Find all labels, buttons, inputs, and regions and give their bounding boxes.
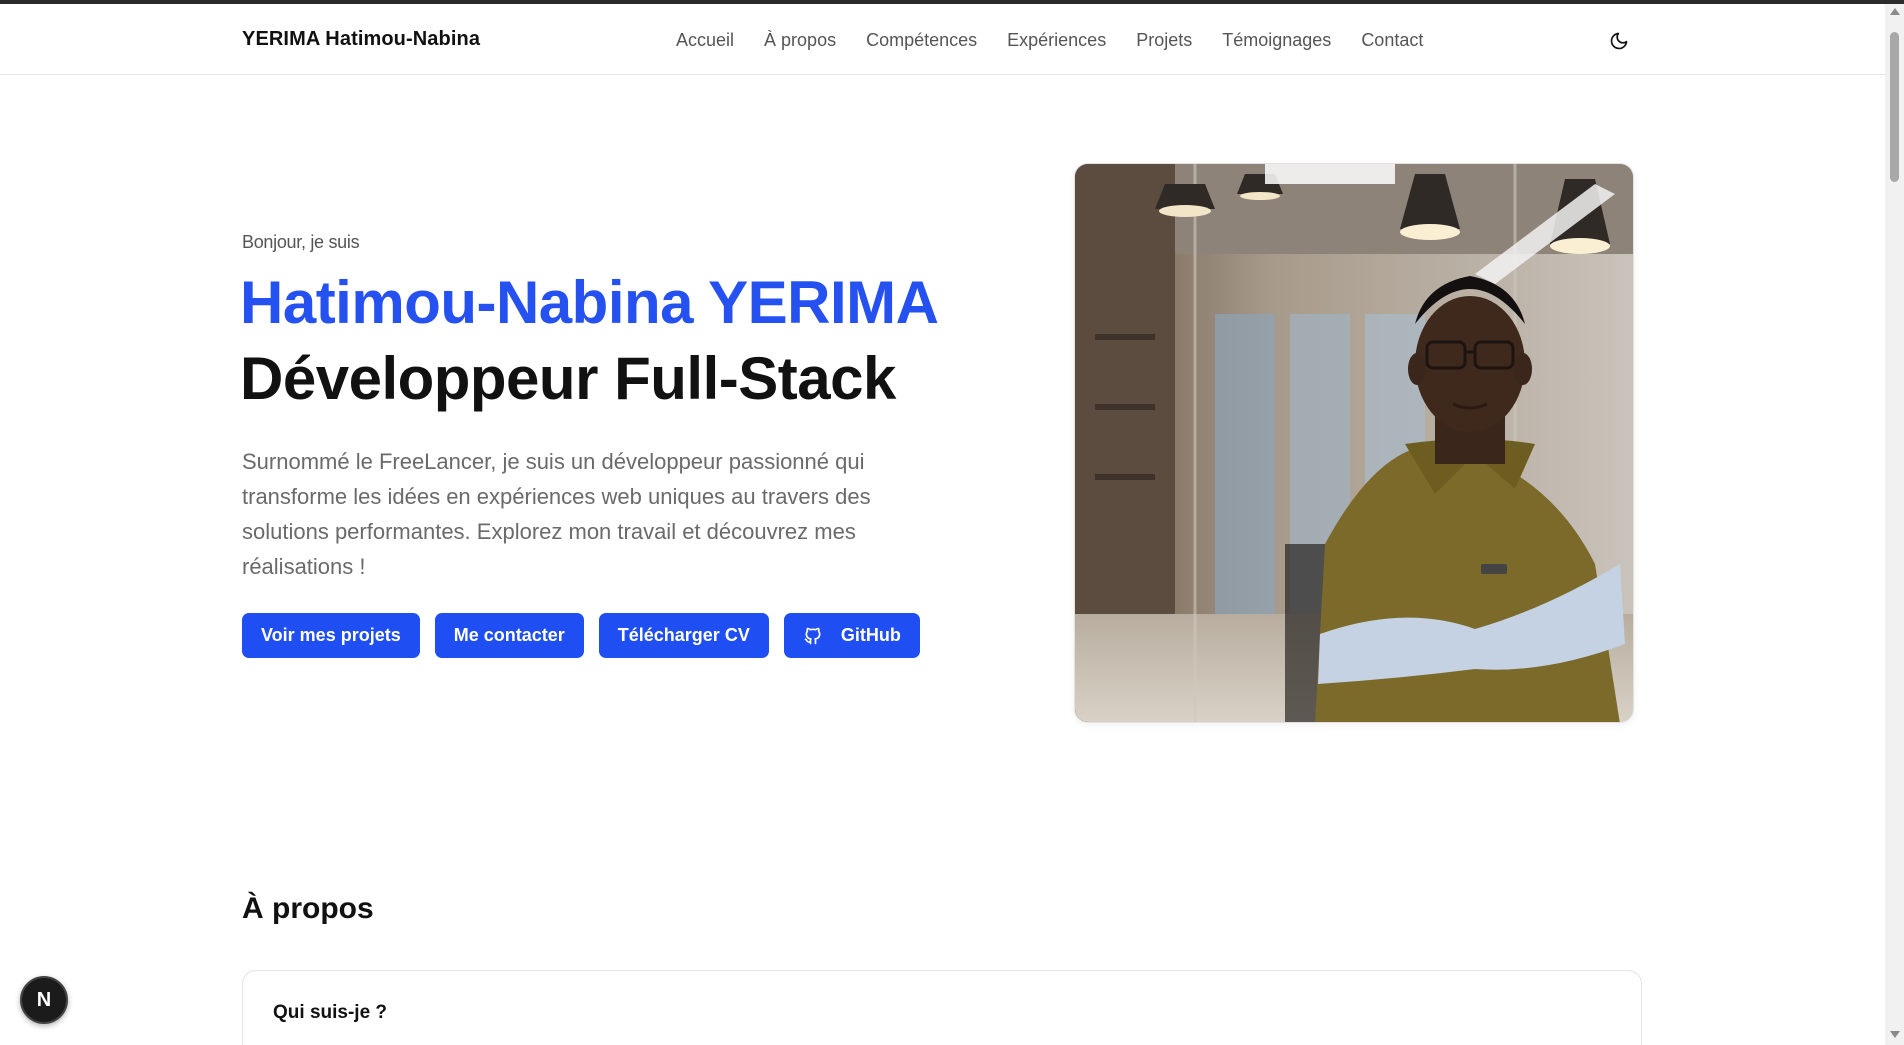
nextjs-dev-badge[interactable]: N — [20, 976, 68, 1024]
nav-link-competences[interactable]: Compétences — [866, 30, 977, 51]
scrollbar-thumb[interactable] — [1890, 32, 1899, 182]
nav-link-projets[interactable]: Projets — [1136, 30, 1192, 51]
view-projects-label: Voir mes projets — [261, 625, 401, 645]
view-projects-button[interactable]: Voir mes projets — [242, 613, 420, 658]
about-section-title: À propos — [242, 892, 374, 925]
github-button[interactable]: GitHub — [783, 613, 920, 658]
scroll-down-arrow-icon[interactable] — [1890, 1031, 1900, 1038]
nav-link-temoignages[interactable]: Témoignages — [1222, 30, 1331, 51]
contact-button[interactable]: Me contacter — [434, 613, 584, 658]
profile-photo — [1074, 163, 1634, 723]
scroll-up-arrow-icon[interactable] — [1890, 8, 1900, 15]
download-cv-label: Télécharger CV — [617, 625, 750, 645]
theme-toggle-button[interactable] — [1604, 26, 1634, 56]
contact-label: Me contacter — [453, 625, 565, 645]
nav-link-experiences[interactable]: Expériences — [1007, 30, 1106, 51]
hero-description: Surnommé le FreeLancer, je suis un dével… — [242, 449, 871, 579]
moon-icon — [1610, 32, 1628, 50]
page-scrollbar[interactable] — [1885, 4, 1904, 1045]
profile-photo-illustration — [1075, 164, 1633, 722]
download-cv-button[interactable]: Télécharger CV — [598, 613, 769, 658]
about-card-title: Qui suis-je ? — [273, 1002, 388, 1023]
about-card: Qui suis-je ? — [242, 970, 1642, 1045]
hero-role: Développeur Full-Stack — [240, 345, 896, 412]
nav-link-accueil[interactable]: Accueil — [676, 30, 734, 51]
github-label: GitHub — [840, 625, 901, 645]
nav-link-contact[interactable]: Contact — [1361, 30, 1423, 51]
brand-name[interactable]: YERIMA Hatimou-Nabina — [242, 28, 480, 51]
hero-intro: Bonjour, je suis — [242, 232, 360, 252]
github-icon — [803, 626, 823, 646]
nav-links: Accueil À propos Compétences Expériences… — [676, 30, 1453, 51]
nav-link-a-propos[interactable]: À propos — [764, 30, 836, 51]
navbar: YERIMA Hatimou-Nabina Accueil À propos C… — [0, 4, 1885, 75]
hero-name: Hatimou-Nabina YERIMA — [240, 269, 939, 336]
hero-buttons: Voir mes projets Me contacter Télécharge… — [242, 613, 935, 658]
